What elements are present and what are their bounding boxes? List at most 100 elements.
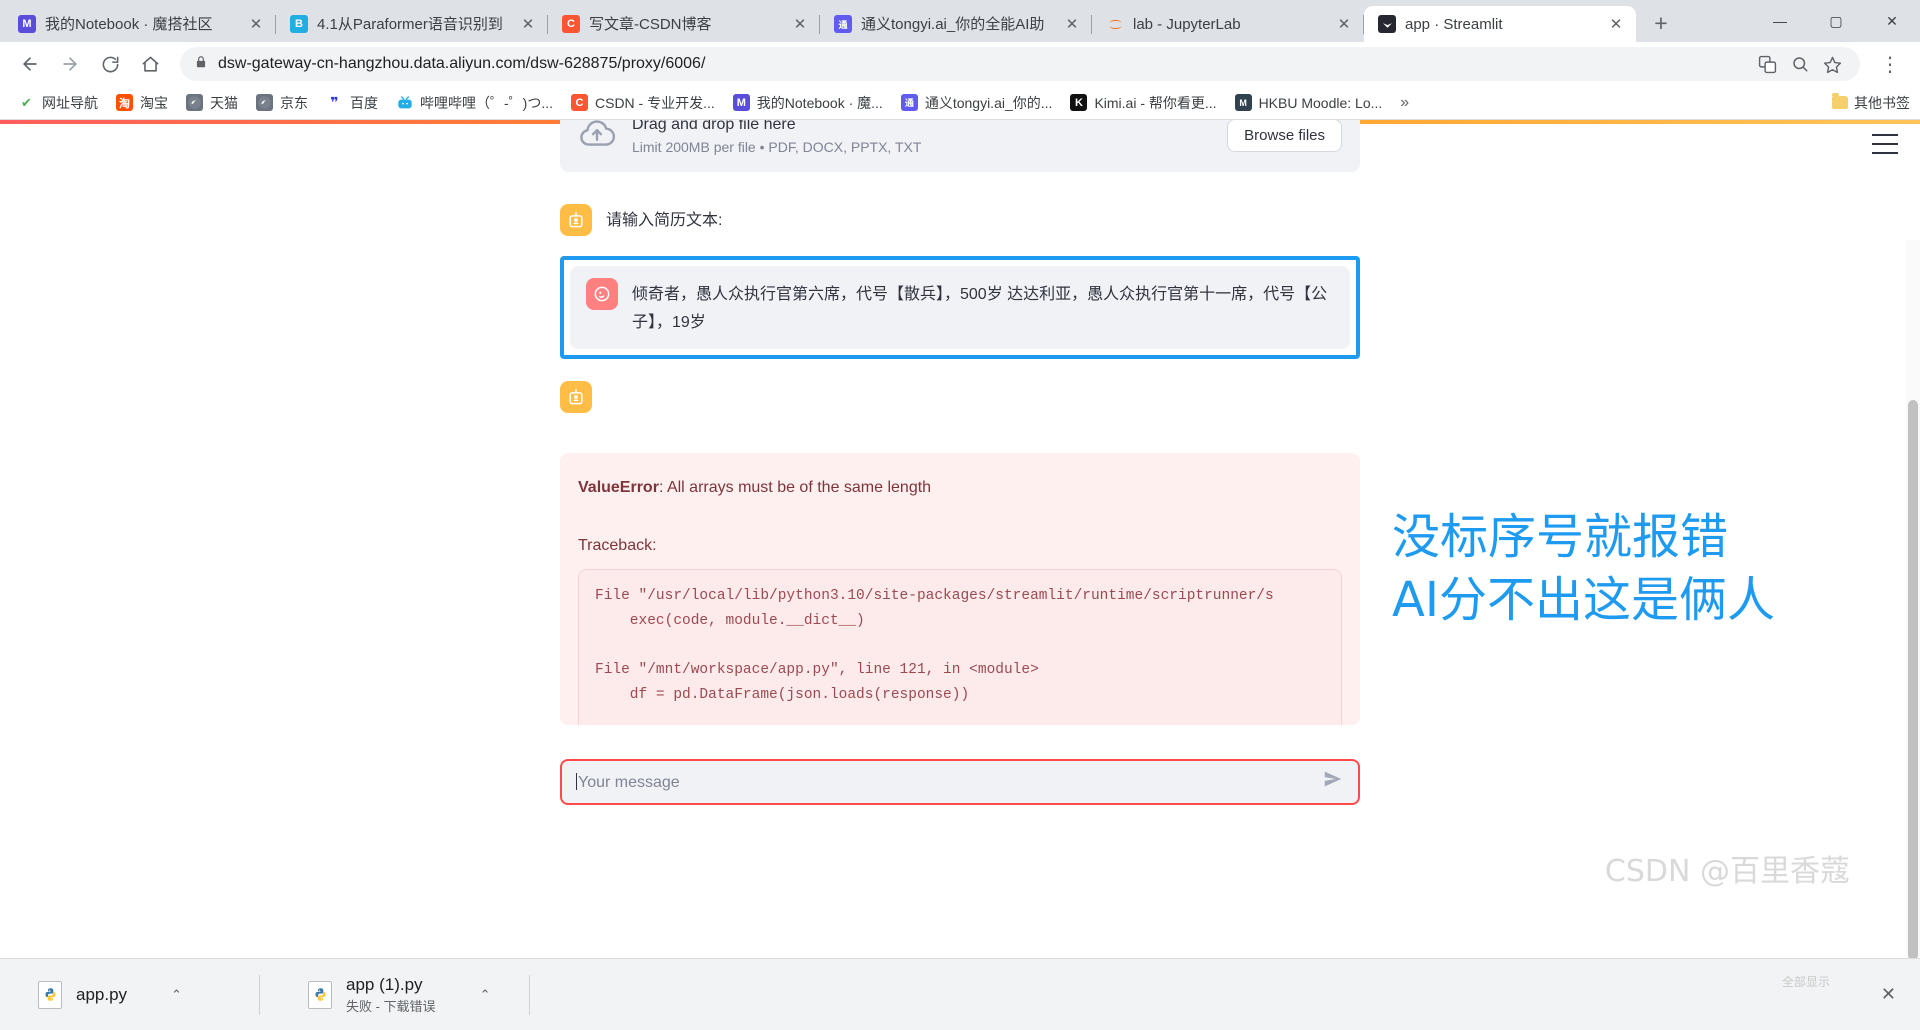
forward-button[interactable] (52, 46, 88, 82)
browser-tab-4[interactable]: lab - JupyterLab ✕ (1092, 6, 1364, 42)
downloads-bar: app.py ⌃ app (1).py 失败 - 下载错误 ⌃ 全部显示 ✕ (0, 958, 1920, 1030)
kimi-icon: K (1070, 94, 1088, 111)
bot-avatar (560, 204, 592, 236)
chat-message-user: 倾奇者，愚人众执行官第六席，代号【散兵】，500岁 达达利亚，愚人众执行官第十一… (570, 266, 1350, 349)
chat-message-text: 倾奇者，愚人众执行官第六席，代号【散兵】，500岁 达达利亚，愚人众执行官第十一… (632, 286, 1328, 331)
csdn-icon: C (571, 94, 588, 111)
download-file-name: app.py (76, 984, 128, 1004)
address-bar-url: dsw-gateway-cn-hangzhou.data.aliyun.com/… (218, 55, 706, 72)
other-bookmarks-label: 其他书签 (1854, 94, 1910, 111)
tab-close-icon[interactable]: ✕ (246, 14, 266, 34)
close-window-button[interactable]: ✕ (1864, 0, 1920, 42)
tab-close-icon[interactable]: ✕ (1334, 14, 1354, 34)
error-message: : All arrays must be of the same length (658, 479, 932, 496)
traceback-label: Traceback: (578, 536, 657, 554)
window-controls: — ▢ ✕ (1752, 0, 1920, 42)
bookmarks-overflow-button[interactable]: » (1392, 92, 1417, 114)
browser-tab-5[interactable]: app · Streamlit ✕ (1364, 6, 1636, 42)
close-downloads-bar-icon[interactable]: ✕ (1881, 984, 1896, 1005)
tab-close-icon[interactable]: ✕ (790, 14, 810, 34)
streamlit-main-column: Drag and drop file here Limit 200MB per … (560, 120, 1360, 805)
modelscope-icon: M (732, 94, 750, 111)
python-file-icon (38, 980, 62, 1009)
annotation-line-1: 没标序号就报错 (1392, 509, 1729, 565)
tab-label: 通义tongyi.ai_你的全能AI助 (861, 15, 1045, 33)
chevron-up-icon[interactable]: ⌃ (480, 987, 491, 1003)
bookmark-label: 网址导航 (42, 94, 98, 111)
download-item-1[interactable]: app (1).py 失败 - 下载错误 ⌃ (290, 969, 530, 1021)
bookmark-item-10[interactable]: M HKBU Moodle: Lo... (1227, 90, 1391, 115)
bookmark-item-3[interactable]: 京东 (248, 89, 316, 117)
browse-files-button[interactable]: Browse files (1227, 120, 1342, 152)
omnibox-actions (1758, 55, 1846, 74)
bookmark-label: CSDN - 专业开发... (595, 94, 715, 111)
browser-toolbar: dsw-gateway-cn-hangzhou.data.aliyun.com/… (0, 42, 1920, 86)
jd-icon (256, 94, 273, 111)
browser-tab-1[interactable]: B 4.1从Paraformer语音识别到 ✕ (276, 6, 548, 42)
bookmark-item-4[interactable]: ❞ 百度 (318, 89, 386, 117)
annotation-line-2: AI分不出这是俩人 (1392, 572, 1775, 629)
download-texts: app (1).py 失败 - 下载错误 (346, 974, 436, 1016)
search-icon[interactable] (1791, 55, 1809, 73)
bookmark-item-7[interactable]: M 我的Notebook · 魔... (725, 89, 891, 117)
tab-close-icon[interactable]: ✕ (518, 14, 538, 34)
hao123-icon: ✔ (18, 94, 35, 111)
reload-button[interactable] (92, 46, 128, 82)
tab-label: 写文章-CSDN博客 (589, 15, 712, 33)
chat-message-text (606, 381, 1360, 384)
jupyter-icon (1106, 15, 1124, 33)
bookmark-item-5[interactable]: 哔哩哔哩（゜-゜)つ... (388, 89, 561, 117)
csdn-icon: C (562, 15, 580, 33)
tab-strip: M 我的Notebook · 魔搭社区 ✕ B 4.1从Paraformer语音… (0, 0, 1920, 42)
file-uploader[interactable]: Drag and drop file here Limit 200MB per … (560, 120, 1360, 172)
error-title: ValueError: All arrays must be of the sa… (578, 475, 1342, 501)
tab-label: lab - JupyterLab (1133, 15, 1241, 33)
bookmark-item-1[interactable]: 淘 淘宝 (108, 89, 176, 117)
traceback-code-block: File "/usr/local/lib/python3.10/site-pac… (578, 568, 1342, 725)
send-arrow-icon[interactable] (1322, 768, 1344, 796)
chat-input[interactable]: Your message (560, 759, 1360, 805)
hamburger-menu-icon[interactable] (1872, 134, 1898, 154)
error-exception-box: ValueError: All arrays must be of the sa… (560, 453, 1360, 725)
download-item-0[interactable]: app.py ⌃ (20, 969, 260, 1021)
bot-avatar (560, 381, 592, 413)
watermark-secondary: 全部显示 (1781, 975, 1830, 989)
upload-cloud-icon (578, 120, 616, 154)
chat-message-text: 请输入简历文本: (606, 212, 723, 229)
lock-icon (194, 55, 208, 74)
bookmark-item-2[interactable]: 天猫 (178, 89, 246, 117)
uploader-title: Drag and drop file here (632, 120, 796, 133)
bookmark-label: 天猫 (210, 94, 238, 111)
uploader-texts: Drag and drop file here Limit 200MB per … (632, 120, 1211, 156)
browser-menu-button[interactable]: ⋮ (1872, 46, 1908, 82)
taobao-icon: 淘 (116, 94, 133, 111)
bookmark-item-8[interactable]: 通 通义tongyi.ai_你的... (893, 89, 1061, 117)
download-file-name: app (1).py (346, 974, 423, 994)
other-bookmarks-button[interactable]: 其他书签 (1832, 93, 1910, 113)
translate-icon[interactable] (1758, 55, 1777, 74)
home-button[interactable] (132, 46, 168, 82)
back-button[interactable] (12, 46, 48, 82)
browser-tab-3[interactable]: 通 通义tongyi.ai_你的全能AI助 ✕ (820, 6, 1092, 42)
bookmark-label: 京东 (280, 94, 308, 111)
tab-close-icon[interactable]: ✕ (1062, 14, 1082, 34)
browser-tab-2[interactable]: C 写文章-CSDN博客 ✕ (548, 6, 820, 42)
bookmark-item-9[interactable]: K Kimi.ai - 帮你看更... (1062, 89, 1224, 117)
maximize-button[interactable]: ▢ (1808, 0, 1864, 42)
bookmark-star-icon[interactable] (1823, 55, 1842, 74)
address-bar[interactable]: dsw-gateway-cn-hangzhou.data.aliyun.com/… (180, 47, 1860, 81)
scrollbar-thumb[interactable] (1908, 400, 1918, 958)
bookmark-label: Kimi.ai - 帮你看更... (1094, 94, 1217, 111)
annotation-text: 没标序号就报错 AI分不出这是俩人 (1392, 506, 1775, 633)
minimize-button[interactable]: — (1752, 0, 1808, 42)
bookmark-item-6[interactable]: C CSDN - 专业开发... (563, 89, 723, 117)
tab-close-icon[interactable]: ✕ (1606, 14, 1626, 34)
bookmark-item-0[interactable]: ✔ 网址导航 (10, 89, 106, 117)
page-content: Drag and drop file here Limit 200MB per … (0, 120, 1920, 958)
browser-window: M 我的Notebook · 魔搭社区 ✕ B 4.1从Paraformer语音… (0, 0, 1920, 1030)
chevron-up-icon[interactable]: ⌃ (171, 987, 182, 1003)
new-tab-button[interactable]: + (1644, 6, 1678, 40)
browser-tab-0[interactable]: M 我的Notebook · 魔搭社区 ✕ (4, 6, 276, 42)
page-scrollbar[interactable] (1906, 240, 1920, 958)
highlight-annotation-box: 倾奇者，愚人众执行官第六席，代号【散兵】，500岁 达达利亚，愚人众执行官第十一… (560, 256, 1360, 359)
